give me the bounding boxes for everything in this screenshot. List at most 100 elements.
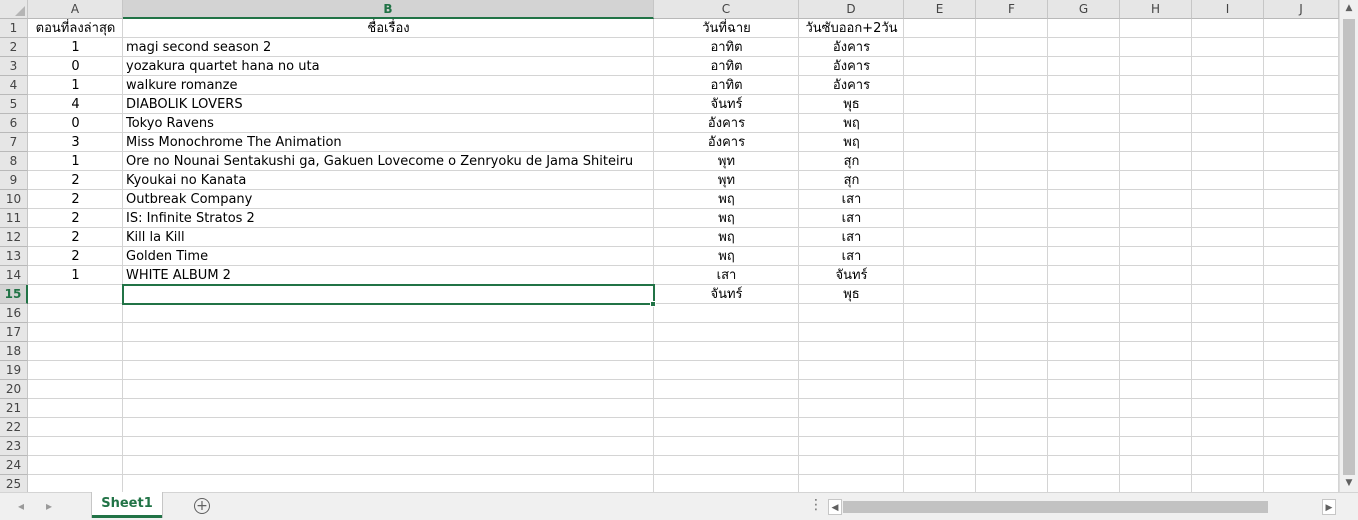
cell-b5[interactable]: DIABOLIK LOVERS xyxy=(123,95,654,114)
cell-c2[interactable]: อาทิต xyxy=(654,38,799,57)
cell-a6[interactable]: 0 xyxy=(28,114,123,133)
cell-c10[interactable]: พฤ xyxy=(654,190,799,209)
column-header-j[interactable]: J xyxy=(1264,0,1339,19)
row-header-16[interactable]: 16 xyxy=(0,304,28,323)
cell-c7[interactable]: อังคาร xyxy=(654,133,799,152)
spreadsheet-grid[interactable]: A B C D E F G H I J 1 2 3 4 5 6 7 8 9 10 11 12 13 14 15 16 17 18 19 2… xyxy=(0,0,1339,492)
select-all-corner[interactable] xyxy=(0,0,28,19)
cell-d1-header[interactable]: วันซับออก+2วัน xyxy=(799,19,904,38)
row-header-4[interactable]: 4 xyxy=(0,76,28,95)
cell-a12[interactable]: 2 xyxy=(28,228,123,247)
cell-d7[interactable]: พฤ xyxy=(799,133,904,152)
row-header-15[interactable]: 15 xyxy=(0,285,28,304)
row-header-19[interactable]: 19 xyxy=(0,361,28,380)
cell-a8[interactable]: 1 xyxy=(28,152,123,171)
column-header-c[interactable]: C xyxy=(654,0,799,19)
cell-c14[interactable]: เสา xyxy=(654,266,799,285)
horizontal-scroll-thumb[interactable] xyxy=(843,501,1268,513)
cell-b13[interactable]: Golden Time xyxy=(123,247,654,266)
cell-a9[interactable]: 2 xyxy=(28,171,123,190)
cell-a4[interactable]: 1 xyxy=(28,76,123,95)
vertical-scrollbar[interactable]: ▲ ▼ xyxy=(1339,0,1358,492)
row-header-9[interactable]: 9 xyxy=(0,171,28,190)
cell-b6[interactable]: Tokyo Ravens xyxy=(123,114,654,133)
cell-b3[interactable]: yozakura quartet hana no uta xyxy=(123,57,654,76)
cell-a11[interactable]: 2 xyxy=(28,209,123,228)
column-header-f[interactable]: F xyxy=(976,0,1048,19)
cell-d6[interactable]: พฤ xyxy=(799,114,904,133)
cell-d8[interactable]: สุก xyxy=(799,152,904,171)
vertical-scroll-thumb[interactable] xyxy=(1343,19,1355,475)
row-header-3[interactable]: 3 xyxy=(0,57,28,76)
cell-d3[interactable]: อังคาร xyxy=(799,57,904,76)
cell-d10[interactable]: เสา xyxy=(799,190,904,209)
cell-c15[interactable]: จันทร์ xyxy=(654,285,799,304)
cell-b10[interactable]: Outbreak Company xyxy=(123,190,654,209)
scroll-down-arrow-icon[interactable]: ▼ xyxy=(1340,475,1358,492)
chevron-left-icon[interactable]: ◂ xyxy=(18,499,24,513)
cell-b14[interactable]: WHITE ALBUM 2 xyxy=(123,266,654,285)
cell-c13[interactable]: พฤ xyxy=(654,247,799,266)
cell-a15[interactable] xyxy=(28,285,123,304)
cell-b7[interactable]: Miss Monochrome The Animation xyxy=(123,133,654,152)
row-header-10[interactable]: 10 xyxy=(0,190,28,209)
cell-a14[interactable]: 1 xyxy=(28,266,123,285)
sheet-tab-sheet1[interactable]: Sheet1 xyxy=(92,492,162,518)
cell-a1-header[interactable]: ตอนที่ลงล่าสุด xyxy=(28,19,123,38)
vertical-ellipsis-icon[interactable]: ⋮ xyxy=(809,497,823,513)
cell-c4[interactable]: อาทิต xyxy=(654,76,799,95)
column-header-d[interactable]: D xyxy=(799,0,904,19)
chevron-right-icon[interactable]: ▸ xyxy=(46,499,52,513)
cell-d12[interactable]: เสา xyxy=(799,228,904,247)
row-header-18[interactable]: 18 xyxy=(0,342,28,361)
plus-circle-icon[interactable]: + xyxy=(194,498,210,514)
cell-a7[interactable]: 3 xyxy=(28,133,123,152)
scroll-up-arrow-icon[interactable]: ▲ xyxy=(1340,0,1358,17)
row-header-2[interactable]: 2 xyxy=(0,38,28,57)
row-header-24[interactable]: 24 xyxy=(0,456,28,475)
row-header-7[interactable]: 7 xyxy=(0,133,28,152)
cell-d14[interactable]: จันทร์ xyxy=(799,266,904,285)
column-header-i[interactable]: I xyxy=(1192,0,1264,19)
row-header-20[interactable]: 20 xyxy=(0,380,28,399)
row-header-13[interactable]: 13 xyxy=(0,247,28,266)
row-header-6[interactable]: 6 xyxy=(0,114,28,133)
row-header-21[interactable]: 21 xyxy=(0,399,28,418)
cell-a10[interactable]: 2 xyxy=(28,190,123,209)
row-header-5[interactable]: 5 xyxy=(0,95,28,114)
cell-c6[interactable]: อังคาร xyxy=(654,114,799,133)
row-header-12[interactable]: 12 xyxy=(0,228,28,247)
row-header-14[interactable]: 14 xyxy=(0,266,28,285)
cell-d11[interactable]: เสา xyxy=(799,209,904,228)
column-header-h[interactable]: H xyxy=(1120,0,1192,19)
cell-c5[interactable]: จันทร์ xyxy=(654,95,799,114)
cell-b8[interactable]: Ore no Nounai Sentakushi ga, Gakuen Love… xyxy=(123,152,654,171)
row-header-1[interactable]: 1 xyxy=(0,19,28,38)
cell-d4[interactable]: อังคาร xyxy=(799,76,904,95)
row-header-11[interactable]: 11 xyxy=(0,209,28,228)
cell-c3[interactable]: อาทิต xyxy=(654,57,799,76)
row-header-22[interactable]: 22 xyxy=(0,418,28,437)
cell-d13[interactable]: เสา xyxy=(799,247,904,266)
column-header-b[interactable]: B xyxy=(123,0,654,19)
cell-b9[interactable]: Kyoukai no Kanata xyxy=(123,171,654,190)
cell-b4[interactable]: walkure romanze xyxy=(123,76,654,95)
cell-d5[interactable]: พุธ xyxy=(799,95,904,114)
row-header-17[interactable]: 17 xyxy=(0,323,28,342)
column-header-e[interactable]: E xyxy=(904,0,976,19)
row-header-8[interactable]: 8 xyxy=(0,152,28,171)
cell-d9[interactable]: สุก xyxy=(799,171,904,190)
column-header-a[interactable]: A xyxy=(28,0,123,19)
scroll-left-arrow-icon[interactable]: ◀ xyxy=(828,499,842,515)
row-header-23[interactable]: 23 xyxy=(0,437,28,456)
cell-a13[interactable]: 2 xyxy=(28,247,123,266)
cell-c9[interactable]: พุท xyxy=(654,171,799,190)
cell-a5[interactable]: 4 xyxy=(28,95,123,114)
cell-c12[interactable]: พฤ xyxy=(654,228,799,247)
cell-b2[interactable]: magi second season 2 xyxy=(123,38,654,57)
cell-b11[interactable]: IS: Infinite Stratos 2 xyxy=(123,209,654,228)
cell-c1-header[interactable]: วันที่ฉาย xyxy=(654,19,799,38)
row-header-25[interactable]: 25 xyxy=(0,475,28,492)
horizontal-scrollbar[interactable]: ◀ ▶ xyxy=(828,499,1336,515)
cell-a3[interactable]: 0 xyxy=(28,57,123,76)
